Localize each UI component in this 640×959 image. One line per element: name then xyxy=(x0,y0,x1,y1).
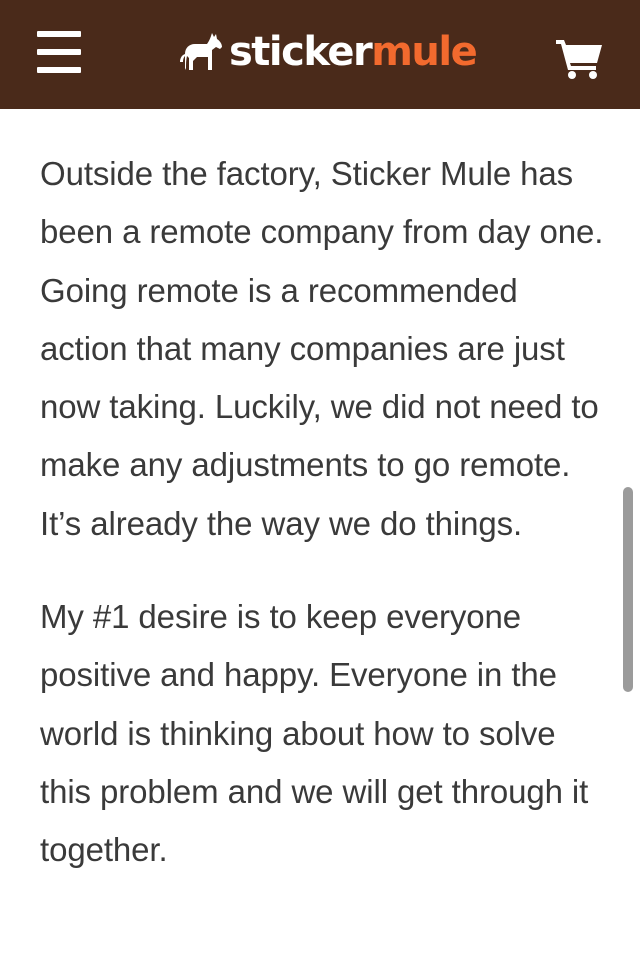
menu-line xyxy=(37,31,81,37)
article-paragraph: My #1 desire is to keep everyone positiv… xyxy=(40,598,589,869)
menu-line xyxy=(37,49,81,55)
logo-wordmark: stickermule xyxy=(229,26,478,78)
article-paragraph: Outside the factory, Sticker Mule has be… xyxy=(40,155,604,542)
scrollbar[interactable] xyxy=(623,487,633,692)
hamburger-menu-icon[interactable] xyxy=(37,31,81,73)
top-navigation-bar: stickermule xyxy=(0,0,640,109)
logo-text-sticker: sticker xyxy=(229,29,373,75)
menu-line xyxy=(37,67,81,73)
mule-icon xyxy=(180,33,222,70)
article-content: Outside the factory, Sticker Mule has be… xyxy=(40,145,605,915)
cart-glyph xyxy=(556,40,602,79)
shopping-cart-icon[interactable] xyxy=(556,37,604,79)
logo-text-mule: mule xyxy=(371,29,478,75)
sticker-mule-logo[interactable]: stickermule xyxy=(179,26,478,78)
